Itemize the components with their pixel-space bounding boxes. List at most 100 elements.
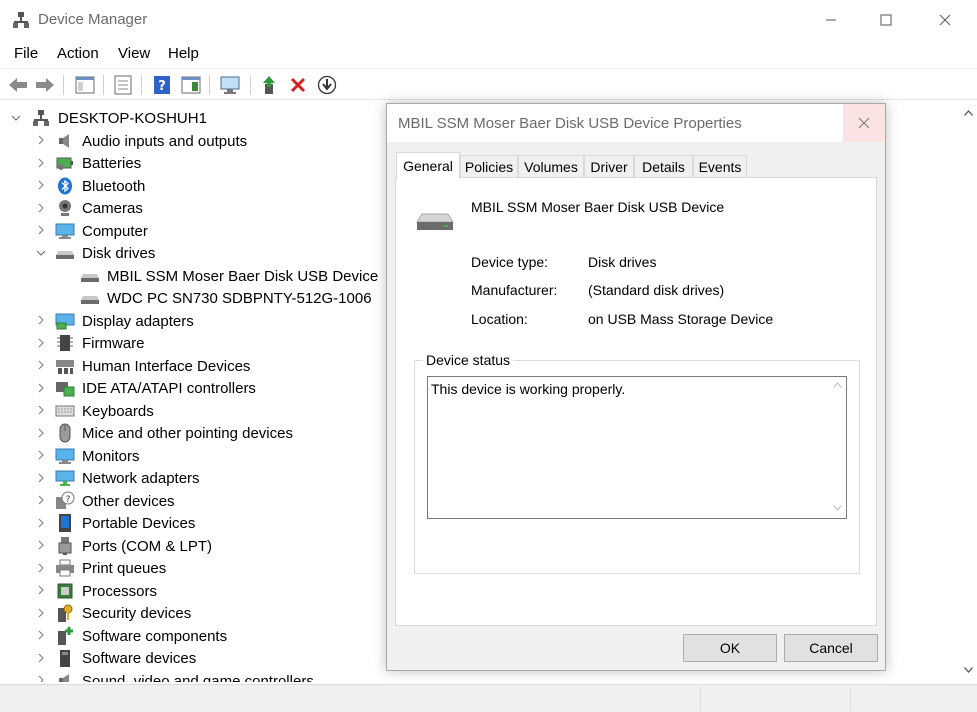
tree-item-disk-mbil[interactable]: MBIL SSM Moser Baer Disk USB Device xyxy=(80,265,378,287)
device-status-textbox[interactable]: This device is working properly. xyxy=(427,376,847,519)
tree-item-hid[interactable]: Human Interface Devices xyxy=(55,355,250,377)
chevron-right-icon[interactable] xyxy=(36,608,46,618)
tree-item-label: Mice and other pointing devices xyxy=(82,424,293,442)
tree-item-batteries[interactable]: Batteries xyxy=(55,152,141,174)
tree-item-label: Disk drives xyxy=(82,244,156,262)
display-adapter-icon xyxy=(55,311,75,331)
computer-root-icon xyxy=(31,108,51,128)
tab-policies[interactable]: Policies xyxy=(460,155,518,178)
chevron-right-icon[interactable] xyxy=(36,360,46,370)
maximize-button[interactable] xyxy=(863,6,909,34)
scroll-down-icon[interactable] xyxy=(833,503,842,514)
tree-root[interactable]: DESKTOP-KOSHUH1 xyxy=(31,107,207,129)
menu-file[interactable]: File xyxy=(14,45,38,62)
dialog-close-button[interactable] xyxy=(843,104,885,142)
scan-hardware-icon[interactable] xyxy=(219,74,241,96)
chevron-right-icon[interactable] xyxy=(36,518,46,528)
menu-help[interactable]: Help xyxy=(168,45,199,62)
dialog-title: MBIL SSM Moser Baer Disk USB Device Prop… xyxy=(398,115,742,132)
tree-item-computer[interactable]: Computer xyxy=(55,220,148,242)
tab-general[interactable]: General xyxy=(396,152,460,179)
chevron-right-icon[interactable] xyxy=(36,675,46,682)
tree-item-ports[interactable]: Ports (COM & LPT) xyxy=(55,535,212,557)
chevron-right-icon[interactable] xyxy=(36,203,46,213)
cancel-button[interactable]: Cancel xyxy=(784,634,878,662)
uninstall-device-icon[interactable] xyxy=(287,74,309,96)
tab-details[interactable]: Details xyxy=(634,155,693,178)
tree-item-disk-drives[interactable]: Disk drives xyxy=(55,242,155,264)
chevron-right-icon[interactable] xyxy=(36,450,46,460)
show-hide-console-tree-icon[interactable] xyxy=(74,74,96,96)
help-icon[interactable]: ? xyxy=(151,74,173,96)
device-status-group: Device status This device is working pro… xyxy=(414,352,860,574)
tree-item-firmware[interactable]: Firmware xyxy=(55,332,145,354)
chevron-right-icon[interactable] xyxy=(36,653,46,663)
ok-button[interactable]: OK xyxy=(683,634,777,662)
tree-item-mice[interactable]: Mice and other pointing devices xyxy=(55,422,293,444)
tree-item-processors[interactable]: Processors xyxy=(55,580,157,602)
chevron-right-icon[interactable] xyxy=(36,338,46,348)
tree-item-software-components[interactable]: Software components xyxy=(55,625,227,647)
tree-item-monitors[interactable]: Monitors xyxy=(55,445,140,467)
action-pane-icon[interactable] xyxy=(180,74,202,96)
menu-action[interactable]: Action xyxy=(57,45,99,62)
scroll-up-icon[interactable] xyxy=(964,110,973,116)
chevron-right-icon[interactable] xyxy=(36,180,46,190)
tree-item-disk-wdc[interactable]: WDC PC SN730 SDBPNTY-512G-1006 xyxy=(80,287,372,309)
tree-scrollbar[interactable] xyxy=(960,104,977,682)
keyboard-icon xyxy=(55,401,75,421)
chevron-down-icon[interactable] xyxy=(36,248,46,258)
chevron-right-icon[interactable] xyxy=(36,225,46,235)
tree-item-bluetooth[interactable]: Bluetooth xyxy=(55,175,145,197)
update-driver-icon[interactable] xyxy=(259,74,281,96)
disable-device-icon[interactable] xyxy=(316,74,338,96)
software-component-icon xyxy=(55,626,75,646)
minimize-button[interactable] xyxy=(808,6,854,34)
tab-events[interactable]: Events xyxy=(693,155,747,178)
window-title: Device Manager xyxy=(38,11,148,28)
tree-item-software-devices[interactable]: Software devices xyxy=(55,647,196,669)
chevron-right-icon[interactable] xyxy=(36,585,46,595)
tree-item-print-queues[interactable]: Print queues xyxy=(55,557,166,579)
menu-view[interactable]: View xyxy=(118,45,150,62)
chevron-right-icon[interactable] xyxy=(36,473,46,483)
tree-item-security-devices[interactable]: Security devices xyxy=(55,602,191,624)
manufacturer-value: (Standard disk drives) xyxy=(588,282,725,298)
tree-item-label: Monitors xyxy=(82,447,140,465)
scroll-up-icon[interactable] xyxy=(833,380,842,391)
tree-item-display-adapters[interactable]: Display adapters xyxy=(55,310,194,332)
chevron-down-icon[interactable] xyxy=(11,113,21,123)
chevron-right-icon[interactable] xyxy=(36,405,46,415)
tree-item-cameras[interactable]: Cameras xyxy=(55,197,143,219)
disk-drive-icon xyxy=(80,288,100,308)
properties-icon[interactable] xyxy=(112,74,134,96)
tree-item-ide-ata[interactable]: IDE ATA/ATAPI controllers xyxy=(55,377,256,399)
tree-item-network-adapters[interactable]: Network adapters xyxy=(55,467,200,489)
tree-item-sound-controllers[interactable]: Sound, video and game controllers xyxy=(55,670,314,682)
tree-item-label: Bluetooth xyxy=(82,177,146,195)
chevron-right-icon[interactable] xyxy=(36,428,46,438)
scroll-down-icon[interactable] xyxy=(964,667,973,673)
chevron-right-icon[interactable] xyxy=(36,158,46,168)
chevron-right-icon[interactable] xyxy=(36,315,46,325)
chevron-right-icon[interactable] xyxy=(36,563,46,573)
device-name: MBIL SSM Moser Baer Disk USB Device xyxy=(471,199,725,215)
tree-item-label: Audio inputs and outputs xyxy=(82,132,248,150)
tree-item-portable-devices[interactable]: Portable Devices xyxy=(55,512,195,534)
status-scrollbar[interactable] xyxy=(829,377,846,518)
back-icon[interactable] xyxy=(7,74,29,96)
close-button[interactable] xyxy=(922,6,968,34)
tree-item-keyboards[interactable]: Keyboards xyxy=(55,400,154,422)
chevron-right-icon[interactable] xyxy=(36,495,46,505)
printer-icon xyxy=(55,558,75,578)
tree-item-other-devices[interactable]: ? Other devices xyxy=(55,490,175,512)
chevron-right-icon[interactable] xyxy=(36,135,46,145)
chevron-right-icon[interactable] xyxy=(36,540,46,550)
chevron-right-icon[interactable] xyxy=(36,383,46,393)
tab-driver[interactable]: Driver xyxy=(584,155,634,178)
chevron-right-icon[interactable] xyxy=(36,630,46,640)
tree-item-audio[interactable]: Audio inputs and outputs xyxy=(55,130,247,152)
tab-volumes[interactable]: Volumes xyxy=(518,155,584,178)
tree-item-label: Processors xyxy=(82,582,158,600)
forward-icon[interactable] xyxy=(34,74,56,96)
